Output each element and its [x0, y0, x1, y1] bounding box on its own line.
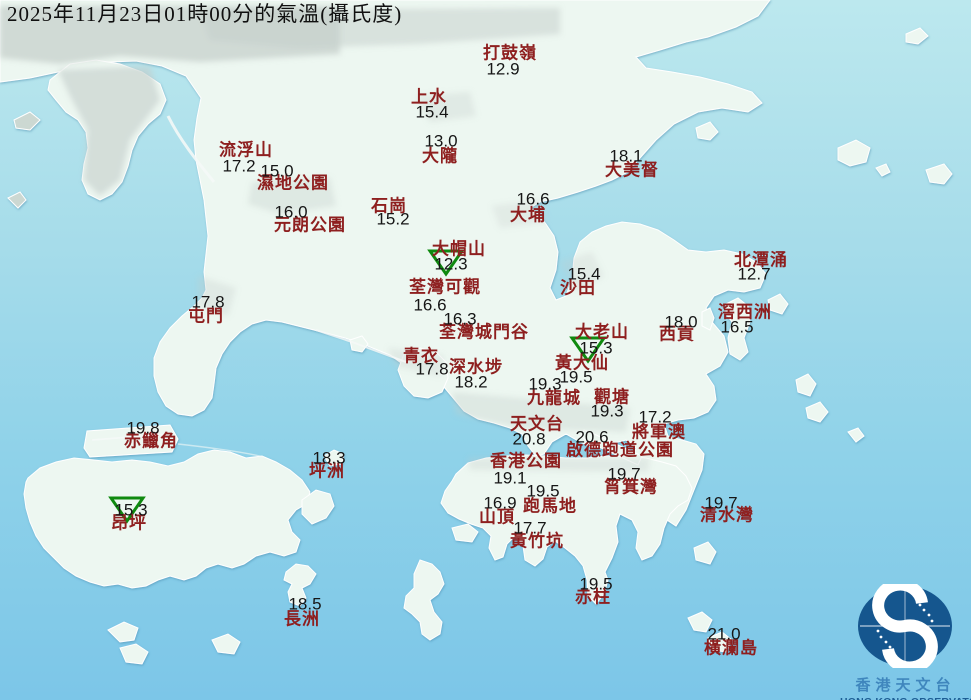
hko-logo-icon — [858, 578, 952, 674]
hko-logo-chinese-name: 香港天文台 — [855, 677, 956, 694]
map-title: 2025年11月23日01時00分的氣溫(攝氏度) — [7, 2, 403, 26]
hko-logo: 香港天文台 HONG KONG OBSERVATORY — [840, 578, 971, 700]
hko-logo-english-name: HONG KONG OBSERVATORY — [840, 696, 971, 700]
hong-kong-map-svg — [0, 0, 971, 700]
hko-temperature-map-screen: 2025年11月23日01時00分的氣溫(攝氏度) 打鼓嶺 12.9 上水 15.4 大… — [0, 0, 971, 700]
land-airport-island — [83, 424, 179, 458]
